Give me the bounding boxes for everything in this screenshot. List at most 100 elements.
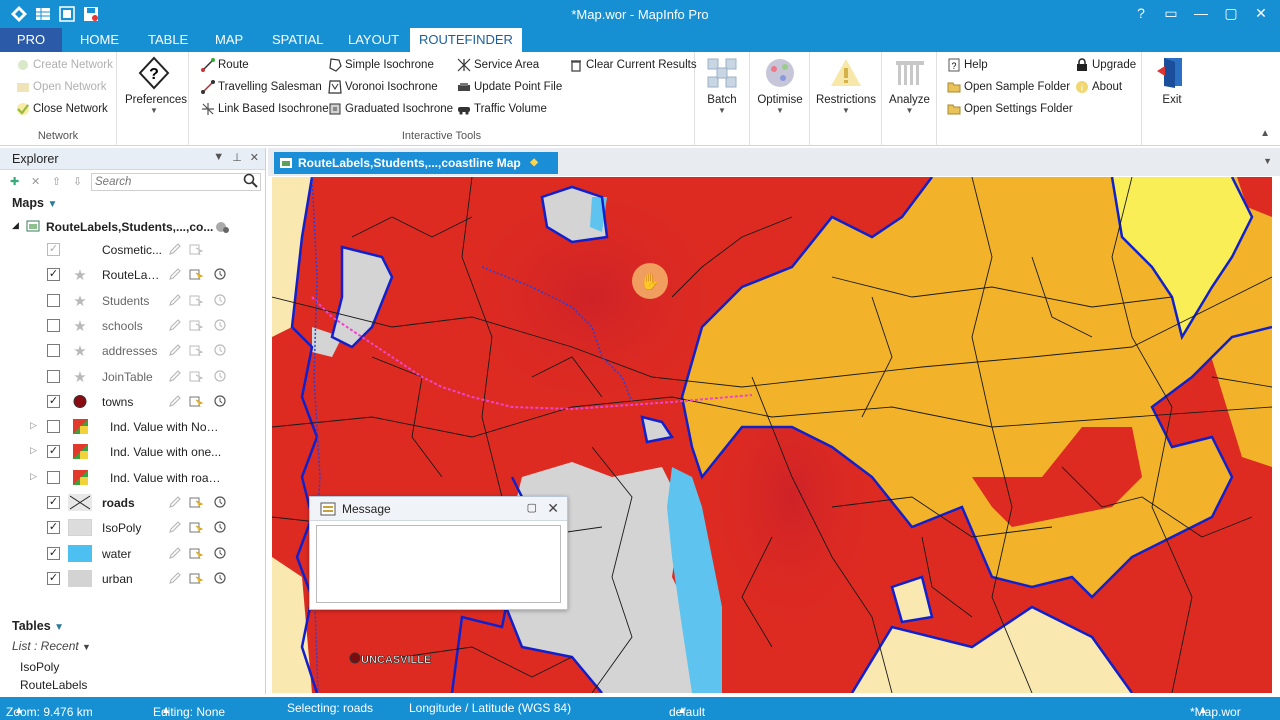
ribbon-display-icon[interactable]: ▭	[1158, 3, 1184, 23]
map-canvas[interactable]: ✋ UNCASVILLE	[272, 177, 1272, 693]
simple-isochrone-button[interactable]: Simple Isochrone	[328, 58, 434, 72]
layer-item[interactable]: ✓ Cosmetic...	[0, 237, 266, 262]
layer-visibility-checkbox[interactable]	[47, 420, 60, 434]
map-node[interactable]: ◢ RouteLabels,Students,...,co...	[10, 217, 266, 237]
maps-section-label[interactable]: Maps ▼	[12, 196, 57, 210]
preferences-button[interactable]: ? Preferences ▼	[125, 56, 187, 115]
layer-item[interactable]: ✓ ★ RouteLab...	[0, 262, 266, 287]
pin-icon[interactable]: ⊥	[232, 151, 242, 164]
selectable-icon[interactable]	[189, 571, 204, 585]
message-content-area[interactable]	[316, 525, 561, 603]
layer-item[interactable]: ✓ water	[0, 541, 266, 566]
layer-style-swatch[interactable]	[68, 569, 92, 587]
theme-icon[interactable]	[68, 469, 92, 486]
tab-spatial[interactable]: SPATIAL	[258, 28, 338, 52]
selectable-icon[interactable]	[189, 520, 204, 534]
add-icon[interactable]: ✚	[10, 175, 19, 188]
label-icon[interactable]	[213, 369, 227, 383]
about-button[interactable]: i About	[1075, 80, 1122, 94]
exit-button[interactable]: Exit	[1148, 56, 1196, 106]
map-options-icon[interactable]	[214, 219, 230, 238]
maximize-icon[interactable]: ▢	[527, 501, 537, 514]
layer-visibility-checkbox[interactable]	[47, 344, 60, 358]
tab-layout[interactable]: LAYOUT	[334, 28, 413, 52]
star-icon[interactable]: ★	[68, 317, 92, 335]
graduated-isochrone-button[interactable]: Graduated Isochrone	[328, 102, 453, 116]
dropdown-icon[interactable]: ▼	[213, 151, 224, 164]
move-down-icon[interactable]: ⇩	[73, 175, 82, 188]
layer-item[interactable]: ▷ Ind. Value with NoD...	[0, 414, 266, 439]
route-button[interactable]: Route	[201, 58, 249, 72]
travelling-salesman-button[interactable]: Travelling Salesman	[201, 80, 322, 94]
selectable-icon[interactable]	[189, 343, 204, 357]
restrictions-button[interactable]: Restrictions ▼	[814, 56, 878, 115]
point-symbol-icon[interactable]	[68, 393, 92, 410]
label-icon[interactable]	[213, 267, 227, 281]
collapse-ribbon-icon[interactable]: ▲	[1260, 128, 1270, 139]
edit-pencil-icon[interactable]	[168, 369, 182, 383]
selectable-icon[interactable]	[189, 318, 204, 332]
town-point-uncasville[interactable]	[349, 652, 361, 664]
selecting-status[interactable]: Selecting: roads	[287, 701, 373, 715]
message-window[interactable]: Message ▢ ✕	[309, 496, 568, 610]
layer-visibility-checkbox[interactable]: ✓	[47, 521, 60, 535]
close-button[interactable]: ✕	[1248, 3, 1274, 23]
projection-status[interactable]: Longitude / Latitude (WGS 84)	[409, 701, 571, 715]
search-icon[interactable]	[243, 173, 259, 192]
open-network-button[interactable]: Open Network	[16, 80, 107, 94]
selectable-icon[interactable]	[189, 293, 204, 307]
traffic-volume-button[interactable]: Traffic Volume	[457, 102, 547, 116]
layer-item[interactable]: ✓ towns	[0, 389, 266, 414]
optimise-button[interactable]: Optimise ▼	[754, 56, 806, 115]
star-icon[interactable]: ★	[68, 266, 92, 284]
create-network-button[interactable]: Create Network	[16, 58, 113, 72]
update-point-file-button[interactable]: Update Point File	[457, 80, 562, 94]
layer-item[interactable]: ★ JoinTable	[0, 364, 266, 389]
edit-pencil-icon[interactable]	[168, 495, 182, 509]
layer-visibility-checkbox[interactable]: ✓	[47, 571, 60, 585]
help-button[interactable]: ? Help	[947, 58, 988, 72]
layer-visibility-checkbox[interactable]: ✓	[47, 546, 60, 560]
edit-pencil-icon[interactable]	[168, 293, 182, 307]
link-based-isochrone-button[interactable]: Link Based Isochrone	[201, 102, 329, 116]
selectable-icon[interactable]	[189, 267, 204, 281]
theme-icon[interactable]	[68, 418, 92, 435]
edit-pencil-icon[interactable]	[168, 318, 182, 332]
star-icon[interactable]: ★	[68, 368, 92, 386]
upgrade-button[interactable]: Upgrade	[1075, 58, 1136, 72]
layer-visibility-checkbox[interactable]: ✓	[47, 268, 60, 282]
layer-item[interactable]: ✓ IsoPoly	[0, 515, 266, 540]
tab-routefinder[interactable]: ROUTEFINDER	[410, 28, 522, 52]
layer-item[interactable]: ★ addresses	[0, 338, 266, 363]
analyze-button[interactable]: Analyze ▼	[886, 56, 933, 115]
theme-icon[interactable]	[68, 443, 92, 460]
pin-icon[interactable]: ◆	[530, 152, 538, 174]
open-settings-folder-button[interactable]: Open Settings Folder	[947, 102, 1073, 116]
message-window-header[interactable]: Message ▢ ✕	[310, 497, 567, 521]
open-sample-folder-button[interactable]: Open Sample Folder	[947, 80, 1070, 94]
edit-pencil-icon[interactable]	[168, 546, 182, 560]
expand-icon[interactable]: ▷	[30, 420, 37, 431]
edit-pencil-icon[interactable]	[168, 394, 182, 408]
layer-item[interactable]: ✓ roads	[0, 490, 266, 515]
edit-pencil-icon[interactable]	[168, 343, 182, 357]
layer-visibility-checkbox[interactable]	[47, 369, 60, 383]
maximize-button[interactable]: ▢	[1218, 3, 1244, 23]
list-recent-dropdown[interactable]: List : Recent ▼	[12, 639, 91, 653]
label-icon[interactable]	[213, 546, 227, 560]
layer-visibility-checkbox[interactable]: ✓	[47, 496, 60, 509]
star-icon[interactable]: ★	[68, 342, 92, 360]
table-item-routelabels[interactable]: RouteLabels	[20, 678, 87, 692]
label-icon[interactable]	[213, 520, 227, 534]
label-icon[interactable]	[213, 318, 227, 332]
tab-home[interactable]: HOME	[66, 28, 133, 52]
layer-style-swatch[interactable]	[68, 494, 92, 511]
layer-item[interactable]: ★ schools	[0, 313, 266, 338]
edit-pencil-icon[interactable]	[168, 267, 182, 281]
label-icon[interactable]	[213, 293, 227, 307]
move-up-icon[interactable]: ⇧	[52, 175, 61, 188]
table-item-isopoly[interactable]: IsoPoly	[20, 660, 59, 674]
layer-visibility-checkbox[interactable]: ✓	[47, 243, 60, 256]
clear-current-results-button[interactable]: Clear Current Results	[569, 58, 697, 72]
tab-table[interactable]: TABLE	[134, 28, 202, 52]
